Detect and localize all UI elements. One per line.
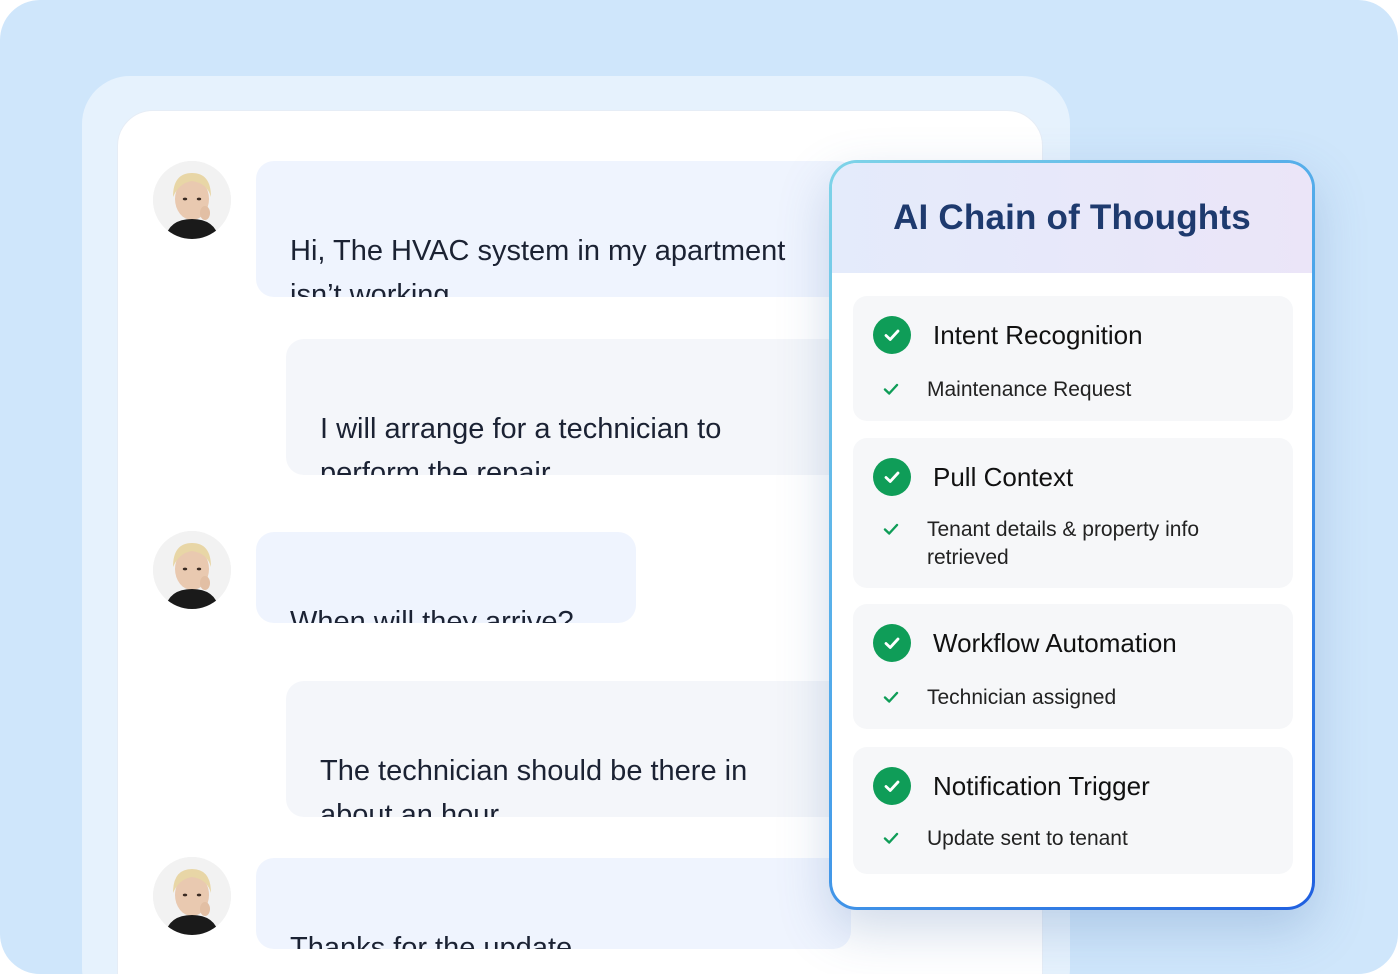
panel-header: AI Chain of Thoughts (832, 163, 1312, 273)
app-background: Hi, The HVAC system in my apartment isn’… (0, 0, 1398, 974)
check-circle-icon (873, 458, 911, 496)
step-card: Notification Trigger Update sent to tena… (853, 747, 1293, 874)
step-card: Pull Context Tenant details & property i… (853, 438, 1293, 588)
check-icon (883, 523, 899, 535)
check-icon (883, 383, 899, 395)
step-card: Workflow Automation Technician assigned (853, 604, 1293, 729)
check-icon (883, 832, 899, 844)
step-title: Intent Recognition (933, 319, 1143, 350)
message-text: Hi, The HVAC system in my apartment isn’… (290, 235, 786, 297)
message-text: When will they arrive? (290, 606, 574, 623)
user-avatar (153, 161, 231, 239)
check-circle-icon (873, 316, 911, 354)
step-title: Pull Context (933, 461, 1074, 492)
user-avatar (153, 857, 231, 935)
message-text: I will arrange for a technician to perfo… (320, 413, 722, 475)
message-text: Thanks for the update. (290, 932, 581, 949)
message-bubble-agent: The technician should be there in about … (286, 681, 856, 817)
message-bubble-user: Thanks for the update. (256, 858, 851, 949)
step-card: Intent Recognition Maintenance Request (853, 296, 1293, 421)
check-icon (883, 691, 899, 703)
check-circle-icon (873, 767, 911, 805)
message-bubble-user: Hi, The HVAC system in my apartment isn’… (256, 161, 856, 297)
check-circle-icon (873, 624, 911, 662)
step-title: Workflow Automation (933, 627, 1177, 658)
user-avatar (153, 531, 231, 609)
step-detail: Maintenance Request (927, 378, 1132, 401)
message-bubble-agent: I will arrange for a technician to perfo… (286, 339, 856, 475)
panel-title: AI Chain of Thoughts (893, 198, 1251, 237)
message-bubble-user: When will they arrive? (256, 532, 636, 623)
step-detail: Technician assigned (927, 686, 1117, 709)
step-detail: Update sent to tenant (927, 827, 1128, 850)
ai-chain-of-thoughts-panel: AI Chain of Thoughts Intent Recognition … (829, 160, 1315, 910)
step-title: Notification Trigger (933, 770, 1150, 801)
step-detail: Tenant details & property info retrieved (927, 518, 1199, 569)
message-text: The technician should be there in about … (320, 755, 748, 817)
